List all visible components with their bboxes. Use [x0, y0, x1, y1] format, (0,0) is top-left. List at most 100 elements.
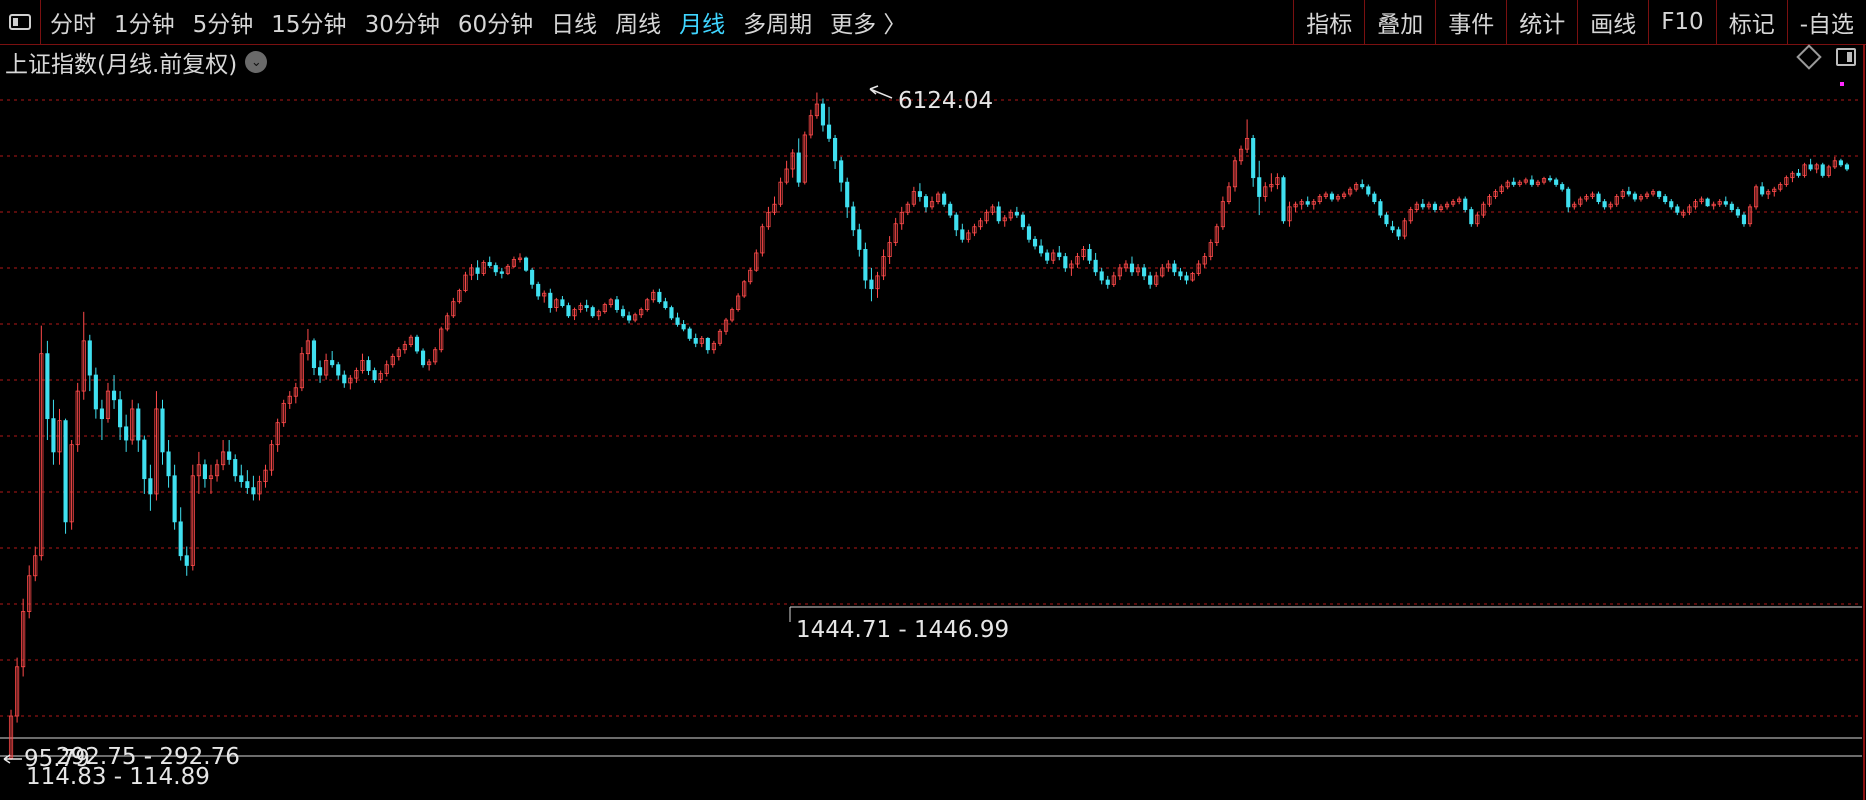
candle-down — [1657, 190, 1662, 200]
candle-body — [239, 475, 244, 482]
candle-down — [1360, 179, 1365, 190]
candle-body — [1093, 259, 1098, 273]
candle-down — [124, 414, 129, 452]
candle-up — [784, 160, 789, 185]
candle-down — [1820, 162, 1825, 178]
candle-body — [820, 103, 826, 126]
candle-body — [1257, 177, 1262, 197]
candle-up — [348, 375, 353, 390]
candle-body — [311, 340, 317, 369]
candle-down — [414, 334, 420, 354]
candle-body — [1063, 256, 1068, 269]
candle-down — [1463, 196, 1468, 213]
candle-up — [384, 360, 389, 377]
candle-up — [1754, 184, 1759, 210]
candle-body — [227, 451, 232, 460]
candle-up — [1069, 260, 1074, 276]
candle-down — [118, 391, 123, 441]
candle-up — [1457, 196, 1462, 205]
candle-up — [1117, 264, 1122, 281]
candlestick-chart[interactable]: 6124.041444.71 - 1446.99292.75 - 292.761… — [0, 0, 1866, 800]
candle-down — [1432, 201, 1438, 213]
candle-body — [1057, 252, 1062, 257]
candle-up — [1208, 239, 1213, 261]
candle-down — [1729, 201, 1734, 213]
candle-body — [1032, 238, 1038, 247]
candle-down — [184, 546, 189, 576]
candle-body — [1596, 193, 1601, 203]
candle-up — [905, 201, 910, 216]
candle-up — [572, 307, 577, 321]
candle-down — [675, 312, 680, 327]
candle-down — [548, 288, 553, 313]
candle-down — [317, 360, 323, 383]
candle-down — [1390, 220, 1395, 233]
candle-up — [1620, 189, 1625, 200]
candle-up — [717, 328, 723, 346]
candle-up — [439, 326, 444, 353]
candle-up — [1572, 201, 1577, 210]
candle-body — [1045, 252, 1050, 261]
candle-down — [1378, 199, 1383, 218]
candle-up — [1638, 194, 1644, 202]
candle-up — [1245, 119, 1250, 153]
candle-down — [251, 475, 256, 501]
candle-down — [1760, 182, 1765, 197]
candle-down — [530, 267, 535, 289]
candle-down — [669, 305, 674, 321]
candle-body — [1632, 193, 1637, 200]
candle-up — [1444, 201, 1450, 210]
candle-body — [1808, 164, 1813, 170]
candle-body — [851, 206, 856, 231]
candle-down — [1105, 275, 1110, 289]
candle-down — [1172, 260, 1177, 276]
candle-down — [87, 334, 92, 392]
candle-down — [1566, 186, 1571, 213]
candle-up — [1111, 271, 1116, 287]
candle-body — [342, 374, 347, 384]
candle-down — [1596, 191, 1601, 205]
candle-down — [657, 288, 662, 304]
candle-up — [57, 408, 62, 465]
candle-up — [360, 353, 365, 374]
candle-down — [93, 367, 98, 419]
candle-down — [1548, 175, 1553, 183]
candle-down — [620, 305, 626, 318]
candle-up — [742, 280, 747, 298]
candle-up — [772, 196, 777, 216]
candle-body — [590, 307, 595, 317]
candle-down — [420, 348, 426, 368]
candle-down — [590, 305, 595, 318]
candle-body — [669, 307, 674, 319]
candle-down — [1099, 267, 1104, 285]
candle-up — [1220, 196, 1225, 230]
candle-up — [1784, 175, 1789, 187]
candle-body — [118, 399, 123, 428]
candle-body — [1675, 206, 1680, 213]
candle-body — [1178, 271, 1183, 277]
candle-up — [1475, 212, 1480, 227]
candle-up — [511, 256, 517, 268]
candle-down — [1844, 162, 1850, 172]
candle-down — [1669, 199, 1674, 210]
candle-body — [475, 267, 480, 274]
candle-down — [796, 138, 801, 187]
candle-down — [202, 459, 207, 488]
candle-up — [269, 440, 274, 476]
candle-down — [1602, 199, 1607, 210]
candle-body — [1820, 164, 1825, 176]
candle-body — [111, 390, 117, 401]
candle-up — [723, 317, 729, 335]
candle-body — [663, 301, 668, 308]
candle-body — [372, 370, 377, 381]
candle-up — [1354, 182, 1359, 192]
candle-up — [1263, 182, 1268, 202]
candle-up — [1693, 199, 1698, 210]
candle-up — [1317, 194, 1322, 205]
candle-up — [1493, 189, 1498, 200]
candle-down — [948, 201, 953, 218]
candle-up — [1451, 199, 1456, 207]
candle-body — [681, 324, 686, 330]
candle-up — [208, 464, 214, 494]
candle-down — [681, 320, 686, 332]
